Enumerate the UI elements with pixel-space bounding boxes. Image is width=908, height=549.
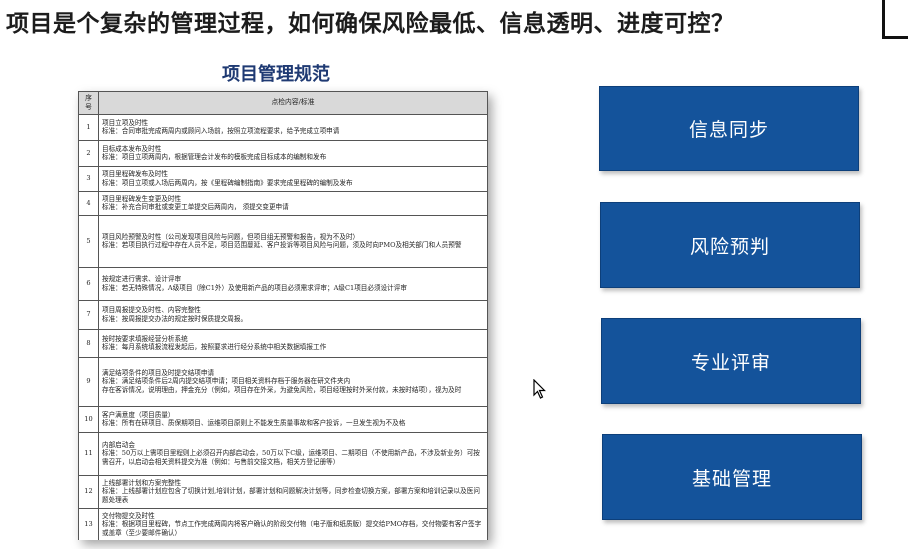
slide-title: 项目是个复杂的管理过程，如何确保风险最低、信息透明、进度可控？ <box>6 11 735 37</box>
col-header-content: 点检内容/标准 <box>98 91 488 115</box>
row-item-title: 项目周报提交及时性、内容完整性 <box>102 306 201 315</box>
table-row: 4 项目里程碑发生变更及时性 标准：补充合同审批或变更工单提交后两周内， 须提交变更… <box>78 190 488 216</box>
row-content: 上线部署计划和方案完整性 标准：上线部署计划应包含了切换计划,培训计划，部署计划和… <box>98 474 488 509</box>
row-content: 项目里程碑发生变更及时性 标准：补充合同审批或变更工单提交后两周内， 须提交变更申… <box>98 190 488 216</box>
row-number: 2 <box>78 139 99 167</box>
row-content: 项目周报提交及时性、内容完整性 标准：按周报提交办法的规定按时保质提交周报。 <box>98 299 488 330</box>
row-content: 按规定进行需求、设计评审 标准：若无特殊情况，A级项目（除C1外）及使用新产品的项… <box>98 266 488 301</box>
row-item-standard: 标准：项目立项或入场后两周内，按《里程碑编制指南》要求完成里程碑的编制及发布 <box>102 178 353 187</box>
row-number: 3 <box>78 165 99 192</box>
table-row: 2 目标成本发布及时性 标准：项目立项两周内，根据管理会计发布的模板完成目标成本的编… <box>78 139 488 167</box>
row-item-standard: 标准：合同审批完成两周内或顾问入场前，按照立项流程要求，给予完成立项申请 <box>102 127 340 136</box>
table-row: 7 项目周报提交及时性、内容完整性 标准：按周报提交办法的规定按时保质提交周报。 <box>78 299 488 330</box>
table-row: 11 内部启动会 标准：50万以上需项目里程则上必须召开内部启动会，50万以下C级，… <box>78 431 488 476</box>
row-content: 项目风险预警及时性（公司发现项目风险与问题，但项目组无预警和报告，视为不及时）标… <box>98 214 488 268</box>
row-number: 11 <box>78 431 99 476</box>
row-item-standard: 标准：按周报提交办法的规定按时保质提交周报。 <box>102 314 248 323</box>
card-expert-review[interactable]: 专业评审 <box>601 318 861 404</box>
row-number: 6 <box>78 266 99 301</box>
row-content: 目标成本发布及时性 标准：项目立项两周内，根据管理会计发布的模板完成目标成本的编制… <box>98 139 488 167</box>
row-number: 4 <box>78 190 99 216</box>
row-content: 满足结项条件的项目及时提交结项申请 标准：满足结项条件后2周内提交结项申请；项目相… <box>98 356 488 407</box>
row-item-standard: 标准：每月系统填报流程发起后，按照要求进行经分系统中相关数据填报工作 <box>102 343 327 352</box>
row-item-standard: 标准：根据项目里程碑，节点工作完成两周内将客户确认的阶段交付物（电子版和纸质版）… <box>102 520 482 537</box>
row-item-standard: 标准：补充合同审批或变更工单提交后两周内， 须提交变更申请 <box>102 203 289 212</box>
table-row: 10 客户满意度（项目质量） 标准：所有在研项目、质保期项目、运维项目原则上不能发生… <box>78 405 488 433</box>
card-basic-management[interactable]: 基础管理 <box>602 434 862 520</box>
row-content: 项目立项及时性 标准：合同审批完成两周内或顾问入场前，按照立项流程要求，给予完成立… <box>98 113 488 141</box>
row-item-standard: 存在客诉情况，说明理由，押金充分（例如，项目存在外采，为避免风险，项目经理按时外… <box>102 385 462 394</box>
row-item-standard: 标准：项目立项两周内，根据管理会计发布的模板完成目标成本的编制和发布 <box>102 153 327 162</box>
row-content: 按时按要求填报经营分析系统 标准：每月系统填报流程发起后，按照要求进行经分系统中相… <box>98 328 488 358</box>
table-row: 8 按时按要求填报经营分析系统 标准：每月系统填报流程发起后，按照要求进行经分系统中… <box>78 328 488 358</box>
table-row: 3 项目里程碑发布及时性 标准：项目立项或入场后两周内，按《里程碑编制指南》要求完成… <box>78 165 488 192</box>
row-item-standard: 标准：所有在研项目、质保期项目、运维项目原则上不能发生质量事故和客户投诉，一旦发… <box>102 419 406 428</box>
table-header-row: 序号 点检内容/标准 <box>78 91 488 115</box>
row-item-title: 目标成本发布及时性 <box>102 144 162 153</box>
card-info-sync[interactable]: 信息同步 <box>599 86 859 171</box>
row-content: 内部启动会 标准：50万以上需项目里程则上必须召开内部启动会，50万以下C级，运维… <box>98 431 488 476</box>
card-label: 风险预判 <box>689 235 770 258</box>
row-number: 12 <box>78 474 99 509</box>
row-item-title: 客户满意度（项目质量） <box>102 410 175 419</box>
row-item-title: 项目立项及时性 <box>102 118 149 127</box>
row-item-standard: 标准：若无特殊情况，A级项目（除C1外）及使用新产品的项目必须需求评审；A级C1… <box>102 283 407 292</box>
row-item-title: 项目里程碑发生变更及时性 <box>102 194 182 203</box>
mouse-cursor-icon <box>533 379 546 399</box>
spec-table: 序号 点检内容/标准 1 项目立项及时性 标准：合同审批完成两周内或顾问入场前，按照… <box>78 91 488 540</box>
row-number: 7 <box>78 299 99 330</box>
row-item-standard: 标准：若项目执行过程中存在人员不足，项目范围蔓延、客户投诉等项目风险与问题，须及… <box>102 241 462 250</box>
row-number: 1 <box>78 113 99 141</box>
card-label: 信息同步 <box>688 119 769 141</box>
table-row: 1 项目立项及时性 标准：合同审批完成两周内或顾问入场前，按照立项流程要求，给予完成… <box>78 113 488 141</box>
row-number: 8 <box>78 328 99 358</box>
row-item-standard: 标准：上线部署计划应包含了切换计划,培训计划，部署计划和问题解决计划等，同步检查… <box>102 487 480 504</box>
section-title: 项目管理规范 <box>222 64 330 85</box>
row-content: 客户满意度（项目质量） 标准：所有在研项目、质保期项目、运维项目原则上不能发生质量… <box>98 405 488 433</box>
row-item-title: 按规定进行需求、设计评审 <box>102 275 182 284</box>
card-risk-forecast[interactable]: 风险预判 <box>600 202 860 288</box>
row-content: 交付物提交及时性 标准：根据项目里程碑，节点工作完成两周内将客户确认的阶段交付物（… <box>98 507 488 540</box>
row-number: 10 <box>78 405 99 433</box>
corner-mark <box>882 0 908 39</box>
row-number: 13 <box>78 507 99 540</box>
row-item-title: 项目里程碑发布及时性 <box>102 170 168 179</box>
table-row: 13 交付物提交及时性 标准：根据项目里程碑，节点工作完成两周内将客户确认的阶段交付… <box>78 507 488 540</box>
table-row: 6 按规定进行需求、设计评审 标准：若无特殊情况，A级项目（除C1外）及使用新产品的… <box>78 266 488 301</box>
row-content: 项目里程碑发布及时性 标准：项目立项或入场后两周内，按《里程碑编制指南》要求完成里… <box>98 165 488 192</box>
card-label: 基础管理 <box>691 467 772 490</box>
row-item-standard: 标准：满足结项条件后2周内提交结项申请；项目相关资料存档于服务器在研文件夹内 <box>102 377 351 386</box>
table-row: 12 上线部署计划和方案完整性 标准：上线部署计划应包含了切换计划,培训计划，部署计… <box>78 474 488 509</box>
row-item-title: 按时按要求填报经营分析系统 <box>102 334 188 343</box>
table-row: 9 满足结项条件的项目及时提交结项申请 标准：满足结项条件后2周内提交结项申请；项目… <box>78 356 488 407</box>
row-number: 5 <box>78 214 99 268</box>
card-label: 专业评审 <box>690 351 771 374</box>
row-number: 9 <box>78 356 99 407</box>
row-item-standard: 标准：50万以上需项目里程则上必须召开内部启动会，50万以下C级，运维项目、二期… <box>102 449 480 466</box>
spec-table-image: 序号 点检内容/标准 1 项目立项及时性 标准：合同审批完成两周内或顾问入场前，按照… <box>78 91 488 540</box>
col-header-number: 序号 <box>78 91 99 115</box>
row-item-title: 项目风险预警及时性（公司发现项目风险与问题，但项目组无预警和报告，视为不及时） <box>102 232 360 241</box>
table-row: 5 项目风险预警及时性（公司发现项目风险与问题，但项目组无预警和报告，视为不及时）… <box>78 214 488 268</box>
